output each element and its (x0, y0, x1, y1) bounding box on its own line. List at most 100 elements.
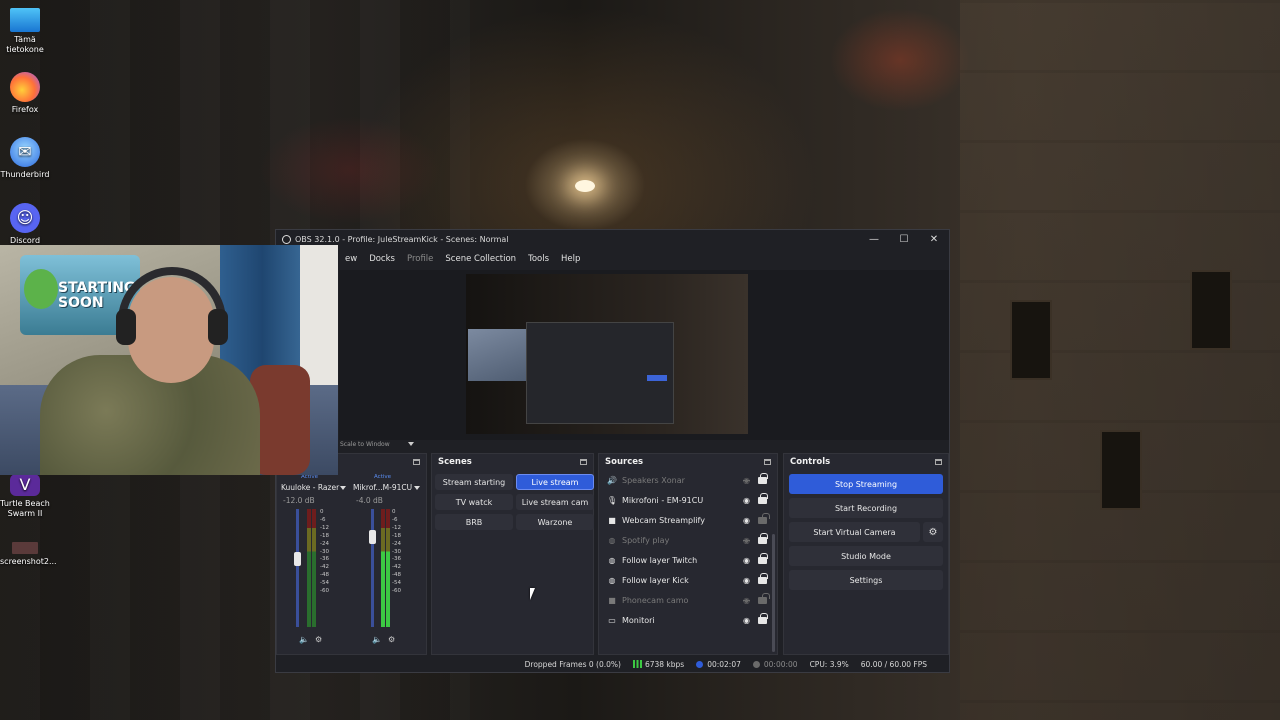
channel-active-badge: Active (374, 474, 392, 480)
scale-to-window-select[interactable]: Scale to Window (340, 441, 390, 448)
volume-fader[interactable] (371, 509, 374, 627)
scene-live-stream-cam[interactable]: Live stream cam (516, 494, 594, 510)
lock-icon[interactable] (758, 552, 768, 564)
visibility-eye-icon[interactable]: ◉ (741, 556, 752, 565)
visibility-hidden-icon[interactable]: ◉ (741, 476, 752, 485)
webcam-overlay: STARTING SOON (0, 245, 338, 475)
float-dock-icon[interactable] (580, 459, 587, 465)
source-spotify-play[interactable]: ◍ Spotify play ◉ (599, 530, 777, 550)
channel-name: Kuuloke - Razer (281, 483, 340, 492)
desktop-icon-firefox[interactable]: Firefox (0, 72, 50, 115)
scene-stream-starting[interactable]: Stream starting (435, 474, 513, 490)
street-lamp (575, 180, 595, 192)
obs-titlebar[interactable]: OBS 32.1.0 - Profile: JuleStreamKick - S… (276, 230, 949, 248)
unlock-icon[interactable] (758, 512, 770, 524)
volume-fader[interactable] (296, 509, 299, 627)
visibility-eye-icon[interactable]: ◉ (741, 616, 752, 625)
source-webcam-streamplify[interactable]: ■ Webcam Streamplify ◉ (599, 510, 777, 530)
menu-tools[interactable]: Tools (522, 254, 555, 264)
obs-logo-icon (282, 234, 291, 244)
gear-icon[interactable]: ⚙ (388, 635, 395, 644)
start-virtual-camera-button[interactable]: Start Virtual Camera (789, 522, 920, 542)
desktop-icon-turtle-beach[interactable]: V Turtle Beach Swarm II (0, 474, 50, 519)
source-mikrofoni[interactable]: 🎙 Mikrofoni - EM-91CU ◉ (599, 490, 777, 510)
globe-icon: ◍ (608, 555, 616, 565)
desktop-icon-label: Tämä tietokone (6, 35, 44, 54)
menu-scene-collection[interactable]: Scene Collection (439, 254, 522, 264)
scene-tv-watck[interactable]: TV watck (435, 494, 513, 510)
virtual-camera-row: Start Virtual Camera ⚙ (789, 522, 943, 542)
scene-warzone[interactable]: Warzone (516, 514, 594, 530)
close-button[interactable]: ✕ (919, 234, 949, 245)
status-bar: Dropped Frames 0 (0.0%) 6738 kbps 00:02:… (276, 656, 949, 672)
db-scale: 0 -6 -12 -18 -24 -30 -36 -42 -48 -54 -60 (392, 509, 401, 595)
lock-icon[interactable] (758, 612, 768, 624)
visibility-hidden-icon[interactable]: ◉ (741, 596, 752, 605)
desktop-icon-thunderbird[interactable]: ✉ Thunderbird (0, 137, 50, 180)
scene-brb[interactable]: BRB (435, 514, 513, 530)
lock-icon[interactable] (758, 572, 768, 584)
channel-volume-db: -4.0 dB (356, 496, 383, 505)
menu-view[interactable]: ew (339, 254, 363, 264)
lock-icon[interactable] (758, 532, 768, 544)
source-follow-layer-kick[interactable]: ◍ Follow layer Kick ◉ (599, 570, 777, 590)
chevron-down-icon[interactable] (340, 486, 346, 490)
scenes-header: Scenes (432, 454, 593, 470)
desktop-icon-screenshot[interactable]: screenshot2... (0, 542, 57, 567)
globe-icon: ◍ (608, 575, 616, 585)
maximize-button[interactable]: ☐ (889, 234, 919, 245)
scenes-dock: Scenes Stream starting Live stream TV wa… (431, 453, 594, 655)
settings-button[interactable]: Settings (789, 570, 943, 590)
scenes-title: Scenes (438, 457, 472, 467)
float-dock-icon[interactable] (935, 459, 942, 465)
start-recording-button[interactable]: Start Recording (789, 498, 943, 518)
minimize-button[interactable]: — (859, 234, 889, 245)
visibility-eye-icon[interactable]: ◉ (741, 516, 752, 525)
program-preview[interactable] (466, 274, 748, 434)
float-dock-icon[interactable] (413, 459, 420, 465)
visibility-eye-icon[interactable]: ◉ (741, 576, 752, 585)
float-dock-icon[interactable] (764, 459, 771, 465)
record-status-icon (752, 660, 760, 668)
source-monitori[interactable]: ▭ Monitori ◉ (599, 610, 777, 630)
volume-fader-knob[interactable] (294, 552, 301, 566)
mouse-cursor (530, 588, 535, 600)
desktop-icon-label: Turtle Beach Swarm II (0, 499, 50, 518)
audio-mixer-dock: Active Kuuloke - Razer -12.0 dB 0 -6 -12 -1… (276, 453, 427, 655)
gear-icon[interactable]: ⚙ (923, 522, 943, 542)
gear-icon[interactable]: ⚙ (315, 635, 322, 644)
sources-scrollbar[interactable] (772, 534, 775, 652)
lock-icon[interactable] (758, 492, 768, 504)
speaker-icon[interactable]: 🔈 (299, 635, 309, 644)
camera-icon: ■ (608, 595, 616, 605)
preview-obs-thumbnail (526, 322, 674, 424)
source-phonecam-camo[interactable]: ■ Phonecam camo ◉ (599, 590, 777, 610)
scene-live-stream[interactable]: Live stream (516, 474, 594, 490)
wallpaper-window (1100, 430, 1142, 510)
chevron-down-icon[interactable] (408, 442, 414, 446)
obs-window[interactable]: OBS 32.1.0 - Profile: JuleStreamKick - S… (275, 229, 950, 673)
source-follow-layer-twitch[interactable]: ◍ Follow layer Twitch ◉ (599, 550, 777, 570)
wallpaper-window (1190, 270, 1232, 350)
desktop-icon-this-pc[interactable]: Tämä tietokone (0, 8, 50, 55)
visibility-hidden-icon[interactable]: ◉ (741, 536, 752, 545)
menu-profile[interactable]: Profile (401, 254, 439, 264)
lock-icon[interactable] (758, 472, 768, 484)
menu-docks[interactable]: Docks (363, 254, 401, 264)
headset-earcup (208, 309, 228, 345)
menu-help[interactable]: Help (555, 254, 586, 264)
studio-mode-button[interactable]: Studio Mode (789, 546, 943, 566)
stop-streaming-button[interactable]: Stop Streaming (789, 474, 943, 494)
unlock-icon[interactable] (758, 592, 770, 604)
visibility-eye-icon[interactable]: ◉ (741, 496, 752, 505)
volume-fader-knob[interactable] (369, 530, 376, 544)
desktop-icon-discord[interactable]: ☺ Discord (0, 203, 50, 246)
audio-level-meter (386, 509, 390, 627)
source-speakers-xonar[interactable]: 🔊 Speakers Xonar ◉ (599, 470, 777, 490)
desktop-icon-label: Thunderbird (0, 170, 50, 179)
controls-dock: Controls Stop Streaming Start Recording … (783, 453, 949, 655)
controls-header: Controls (784, 454, 948, 470)
speaker-icon[interactable]: 🔈 (372, 635, 382, 644)
chevron-down-icon[interactable] (414, 486, 420, 490)
wallpaper-right-wall (960, 0, 1280, 720)
